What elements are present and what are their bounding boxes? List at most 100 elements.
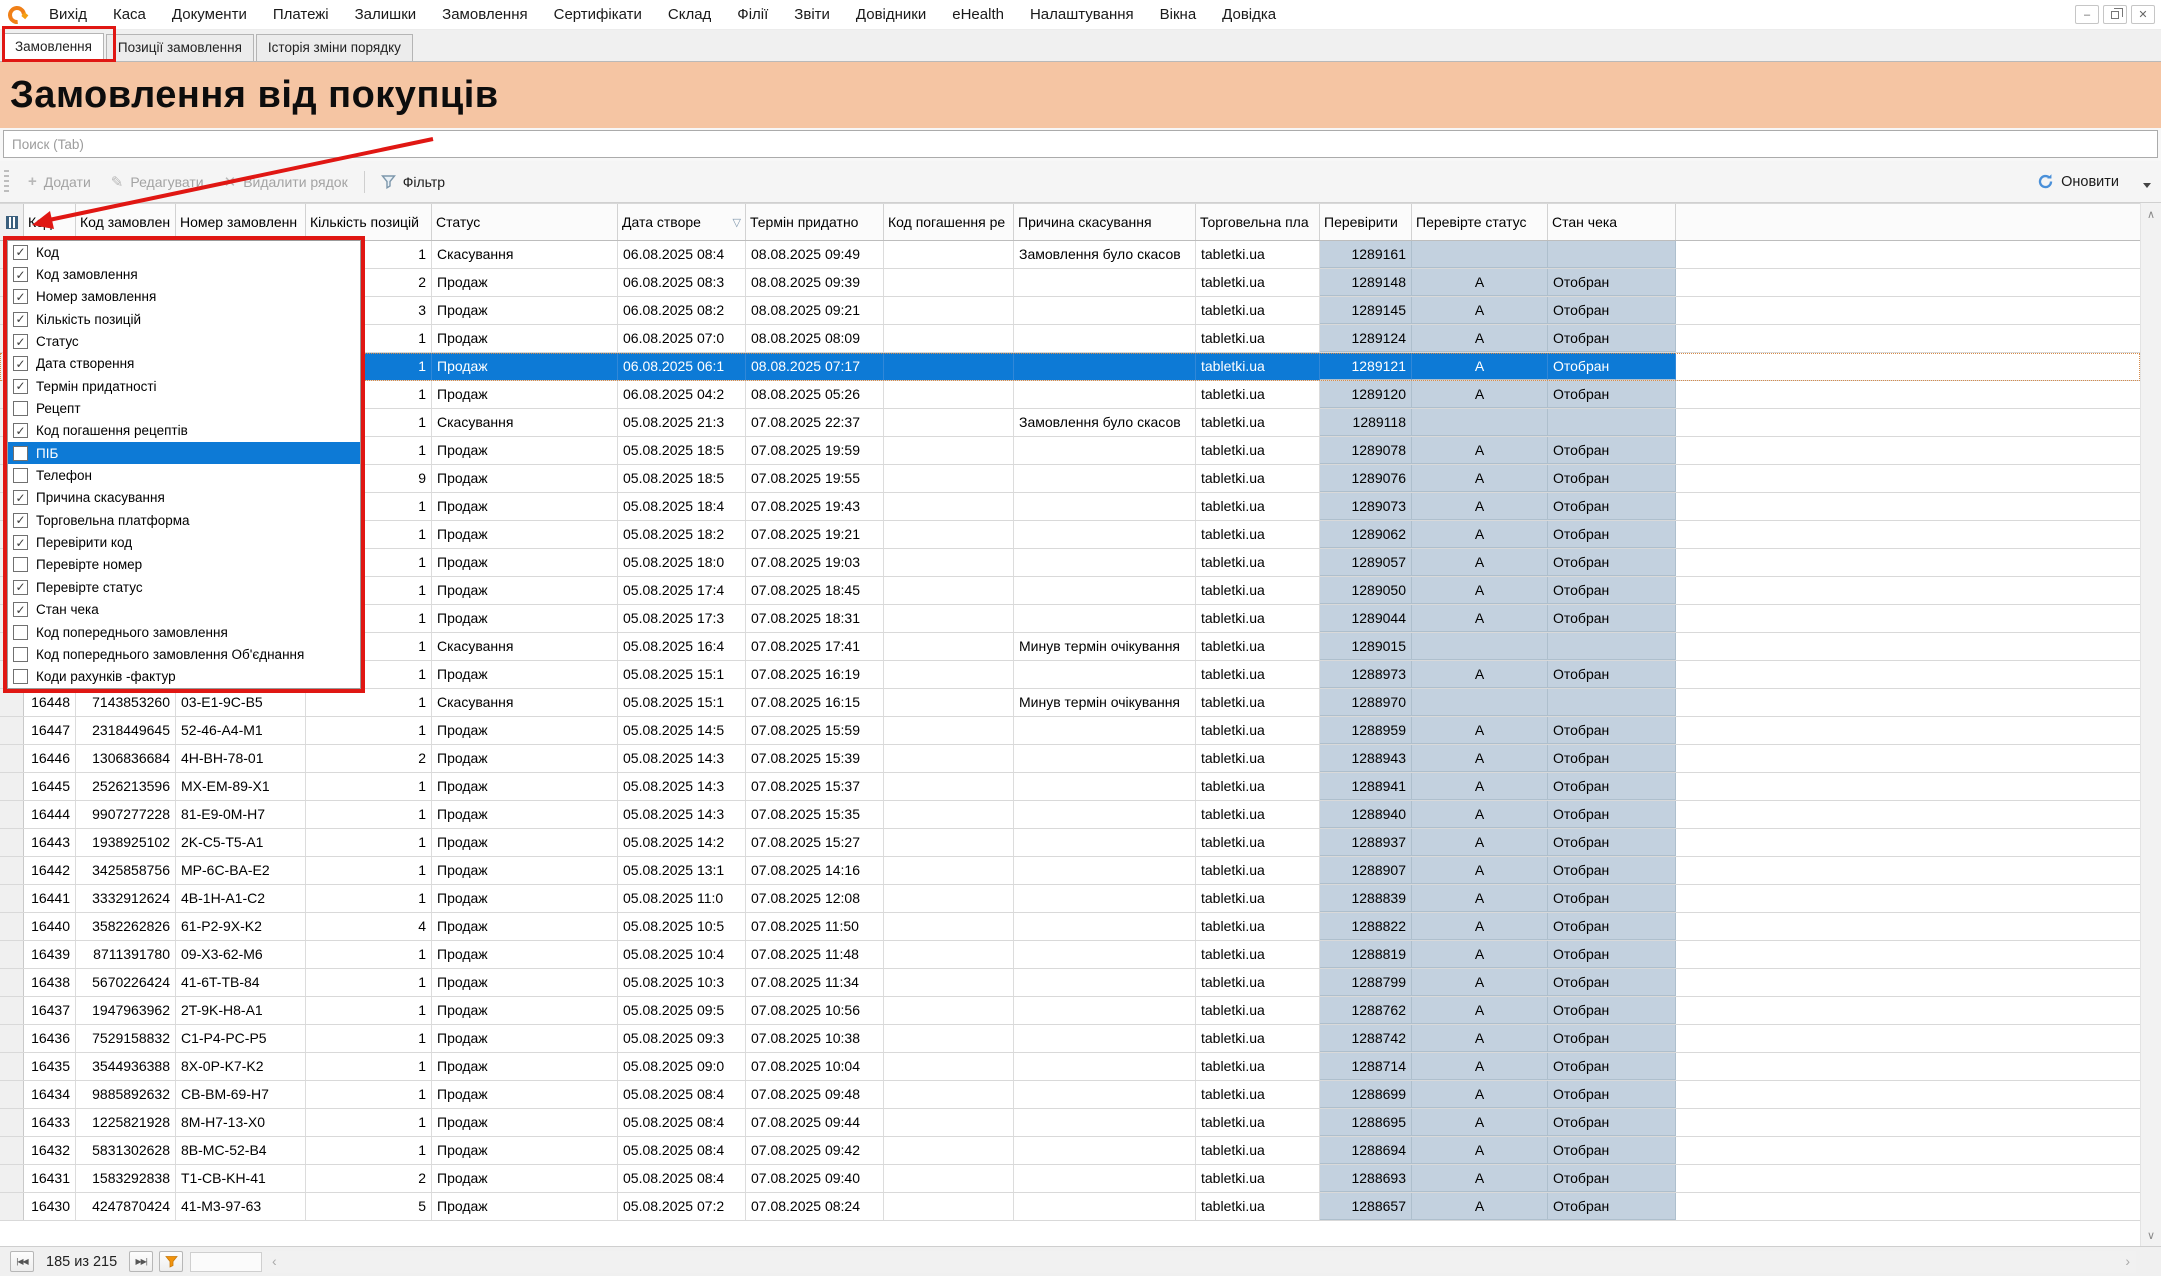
grid-cell[interactable]: A <box>1412 717 1548 744</box>
column-chooser-item[interactable]: ✓Причина скасування <box>8 487 360 509</box>
grid-cell[interactable] <box>1014 605 1196 632</box>
grid-cell[interactable]: A <box>1412 437 1548 464</box>
table-row[interactable]: 1644319389251022K-C5-T5-A11Продаж05.08.2… <box>0 829 2140 857</box>
grid-cell[interactable]: 05.08.2025 18:5 <box>618 437 746 464</box>
grid-cell[interactable]: 16447 <box>24 717 76 744</box>
grid-cell[interactable]: Отобран <box>1548 269 1676 296</box>
table-row[interactable]: 1644133329126244B-1H-A1-C21Продаж05.08.2… <box>0 885 2140 913</box>
checkbox-unchecked-icon[interactable] <box>13 647 28 662</box>
checkbox-checked-icon[interactable]: ✓ <box>13 356 28 371</box>
grid-cell[interactable] <box>1014 353 1196 380</box>
grid-cell[interactable]: A <box>1412 829 1548 856</box>
vertical-scrollbar[interactable]: ∧ ∨ <box>2140 203 2161 1246</box>
grid-cell[interactable]: 05.08.2025 17:3 <box>618 605 746 632</box>
grid-cell[interactable]: tabletki.ua <box>1196 465 1320 492</box>
grid-cell[interactable]: 16431 <box>24 1165 76 1192</box>
grid-cell[interactable]: Отобран <box>1548 549 1676 576</box>
checkbox-unchecked-icon[interactable] <box>13 401 28 416</box>
column-chooser-item[interactable]: ✓Стан чека <box>8 599 360 621</box>
checkbox-unchecked-icon[interactable] <box>13 446 28 461</box>
grid-cell[interactable]: 8B-MC-52-B4 <box>176 1137 306 1164</box>
grid-cell[interactable]: Продаж <box>432 325 618 352</box>
grid-cell[interactable] <box>884 1193 1014 1220</box>
grid-cell[interactable]: Продаж <box>432 745 618 772</box>
grid-cell[interactable]: 9885892632 <box>76 1081 176 1108</box>
table-row[interactable]: 16447231844964552-46-A4-M11Продаж05.08.2… <box>0 717 2140 745</box>
grid-cell[interactable]: 1 <box>306 689 432 716</box>
menu-item[interactable]: Документи <box>159 6 260 23</box>
grid-cell[interactable]: 3332912624 <box>76 885 176 912</box>
grid-cell[interactable] <box>1014 717 1196 744</box>
grid-cell[interactable]: tabletki.ua <box>1196 1053 1320 1080</box>
grid-cell[interactable]: 05.08.2025 14:3 <box>618 801 746 828</box>
grid-cell[interactable]: 1289161 <box>1320 241 1412 268</box>
grid-cell[interactable] <box>884 857 1014 884</box>
grid-cell[interactable]: 9907277228 <box>76 801 176 828</box>
grid-cell[interactable]: 1947963962 <box>76 997 176 1024</box>
grid-cell[interactable]: 07.08.2025 14:16 <box>746 857 884 884</box>
grid-cell[interactable] <box>1014 521 1196 548</box>
grid-cell[interactable]: Продаж <box>432 549 618 576</box>
grid-cell[interactable]: Отобран <box>1548 297 1676 324</box>
table-row[interactable]: 16440358226282661-P2-9X-K24Продаж05.08.2… <box>0 913 2140 941</box>
pager-filter-button[interactable] <box>159 1251 183 1272</box>
delete-row-button[interactable]: ✕ Видалити рядок <box>214 167 358 197</box>
grid-cell[interactable]: Отобран <box>1548 829 1676 856</box>
grid-cell[interactable]: Отобран <box>1548 1137 1676 1164</box>
refresh-button[interactable]: Оновити <box>2027 167 2129 196</box>
checkbox-checked-icon[interactable]: ✓ <box>13 379 28 394</box>
grid-cell[interactable]: Отобран <box>1548 717 1676 744</box>
grid-cell[interactable]: 06.08.2025 08:4 <box>618 241 746 268</box>
grid-cell[interactable]: Продаж <box>432 493 618 520</box>
grid-cell[interactable]: Продаж <box>432 1137 618 1164</box>
grid-cell[interactable]: 05.08.2025 08:4 <box>618 1109 746 1136</box>
grid-cell[interactable]: 16446 <box>24 745 76 772</box>
grid-cell[interactable]: 1289118 <box>1320 409 1412 436</box>
grid-cell[interactable]: 06.08.2025 06:1 <box>618 353 746 380</box>
grid-cell[interactable]: Отобран <box>1548 1109 1676 1136</box>
grid-cell[interactable]: Продаж <box>432 1165 618 1192</box>
grid-cell[interactable]: 16440 <box>24 913 76 940</box>
table-row[interactable]: 16439871139178009-X3-62-M61Продаж05.08.2… <box>0 941 2140 969</box>
scroll-left-icon[interactable]: ‹ <box>272 1253 277 1269</box>
grid-cell[interactable]: tabletki.ua <box>1196 409 1320 436</box>
grid-cell[interactable]: 07.08.2025 19:59 <box>746 437 884 464</box>
grid-cell[interactable]: 07.08.2025 16:15 <box>746 689 884 716</box>
grid-cell[interactable]: 1 <box>306 1109 432 1136</box>
grid-cell[interactable]: 07.08.2025 19:03 <box>746 549 884 576</box>
grid-cell[interactable] <box>884 1053 1014 1080</box>
grid-cell[interactable]: tabletki.ua <box>1196 801 1320 828</box>
grid-cell[interactable]: 06.08.2025 04:2 <box>618 381 746 408</box>
grid-cell[interactable]: A <box>1412 773 1548 800</box>
grid-cell[interactable] <box>1014 1025 1196 1052</box>
grid-cell[interactable]: A <box>1412 325 1548 352</box>
grid-cell[interactable]: 1289121 <box>1320 353 1412 380</box>
grid-cell[interactable]: tabletki.ua <box>1196 1193 1320 1220</box>
checkbox-checked-icon[interactable]: ✓ <box>13 334 28 349</box>
grid-cell[interactable] <box>1014 465 1196 492</box>
column-chooser-item[interactable]: ✓Торговельна платформа <box>8 509 360 531</box>
grid-cell[interactable]: 1288694 <box>1320 1137 1412 1164</box>
grid-cell[interactable]: 05.08.2025 08:4 <box>618 1081 746 1108</box>
grid-cell[interactable]: 52-46-A4-M1 <box>176 717 306 744</box>
grid-cell[interactable]: 1 <box>306 1053 432 1080</box>
menu-item[interactable]: Вихід <box>36 6 100 23</box>
grid-cell[interactable]: tabletki.ua <box>1196 577 1320 604</box>
grid-cell[interactable] <box>1014 325 1196 352</box>
grid-cell[interactable]: tabletki.ua <box>1196 381 1320 408</box>
grid-cell[interactable]: 3425858756 <box>76 857 176 884</box>
grid-cell[interactable] <box>884 297 1014 324</box>
grid-cell[interactable]: 2K-C5-T5-A1 <box>176 829 306 856</box>
grid-cell[interactable]: 08.08.2025 05:26 <box>746 381 884 408</box>
grid-cell[interactable] <box>884 493 1014 520</box>
horizontal-scrollbar-thumb[interactable] <box>190 1252 262 1272</box>
grid-cell[interactable]: 05.08.2025 21:3 <box>618 409 746 436</box>
grid-cell[interactable]: Скасування <box>432 409 618 436</box>
column-chooser-item[interactable]: ✓Кількість позицій <box>8 308 360 330</box>
grid-cell[interactable]: tabletki.ua <box>1196 297 1320 324</box>
grid-cell[interactable]: 05.08.2025 10:4 <box>618 941 746 968</box>
grid-cell[interactable] <box>884 969 1014 996</box>
grid-cell[interactable]: 09-X3-62-M6 <box>176 941 306 968</box>
grid-cell[interactable]: Отобран <box>1548 857 1676 884</box>
grid-cell[interactable] <box>1014 1109 1196 1136</box>
